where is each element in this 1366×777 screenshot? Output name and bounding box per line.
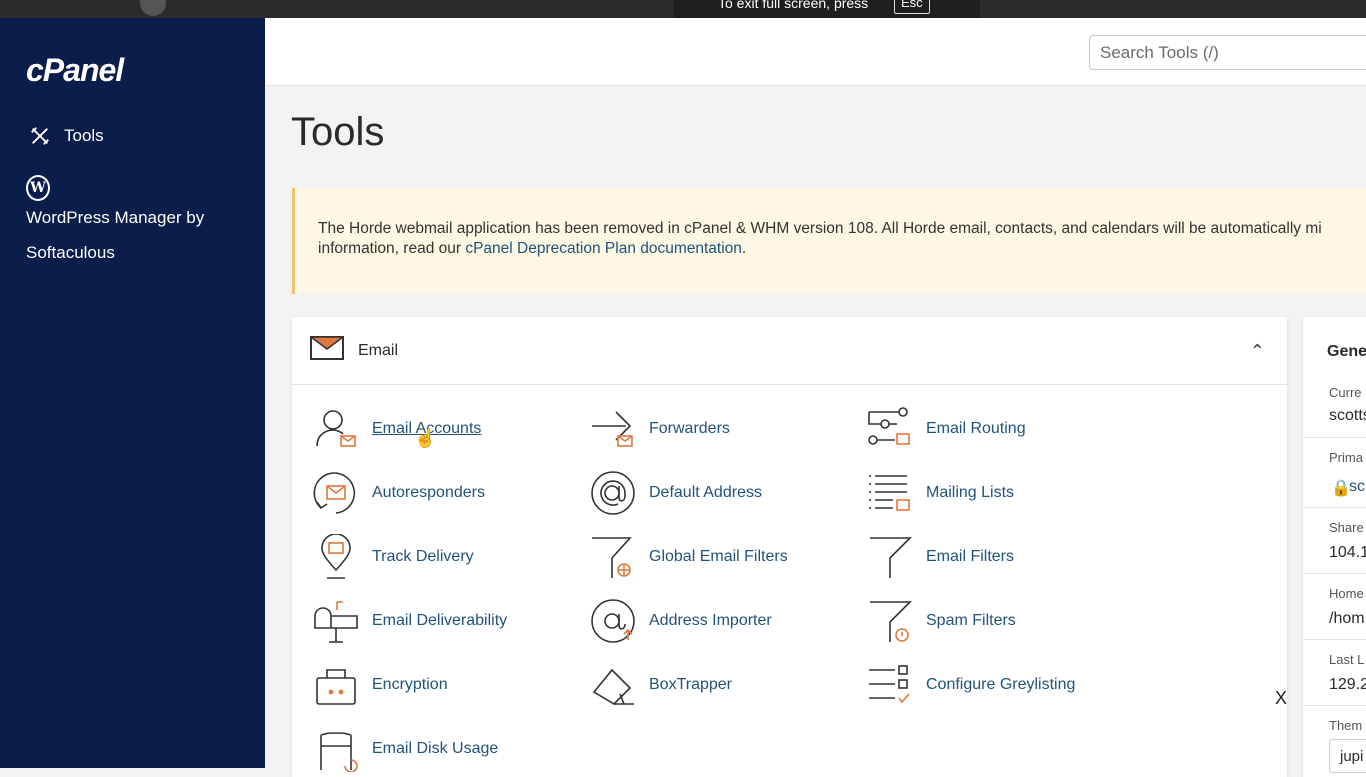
tool-label: Email Routing xyxy=(926,420,1026,437)
info-label: Them xyxy=(1329,718,1363,733)
tool-email-filters[interactable]: Email Filters xyxy=(866,533,1014,581)
esc-key-badge: Esc xyxy=(894,0,930,14)
tool-label: Autoresponders xyxy=(372,484,485,501)
info-label: Prima xyxy=(1329,450,1363,465)
close-icon[interactable]: X xyxy=(1275,688,1287,709)
info-label: Home xyxy=(1329,586,1364,601)
tool-label: Email Filters xyxy=(926,548,1015,565)
info-row: Last L 129.2 xyxy=(1303,639,1366,705)
notice-period: . xyxy=(741,240,747,257)
autoresponders-icon xyxy=(312,469,360,517)
address-importer-icon xyxy=(589,597,637,645)
tool-label: Global Email Filters xyxy=(649,548,788,565)
tool-label: Email Disk Usage xyxy=(372,740,499,757)
general-info-title: Gene xyxy=(1327,343,1366,360)
hand-cursor-icon: ☝ xyxy=(414,428,437,448)
tools-icon xyxy=(28,124,52,148)
tool-default-address[interactable]: Default Address xyxy=(589,469,762,517)
cpanel-logo[interactable]: cPanel xyxy=(26,52,124,89)
sidebar-item-label: Tools xyxy=(64,126,104,145)
track-delivery-icon xyxy=(312,533,360,581)
tool-spam-filters[interactable]: Spam Filters xyxy=(866,597,1016,645)
tool-email-deliverability[interactable]: Email Deliverability xyxy=(312,597,507,645)
info-row: Curre scotts xyxy=(1303,375,1366,437)
greylisting-icon xyxy=(866,661,914,709)
tool-label: Spam Filters xyxy=(926,612,1016,629)
tool-address-importer[interactable]: Address Importer xyxy=(589,597,772,645)
deprecation-plan-link[interactable]: cPanel Deprecation Plan documentation xyxy=(465,240,742,257)
lock-icon: 🔒 xyxy=(1331,480,1351,497)
info-row: Home /hom xyxy=(1303,573,1366,639)
tool-label: Email Deliverability xyxy=(372,612,508,629)
boxtrapper-icon xyxy=(589,661,637,709)
tool-global-email-filters[interactable]: Global Email Filters xyxy=(589,533,788,581)
notice-line-1: The Horde webmail application has been r… xyxy=(318,220,1322,237)
tool-label: Configure Greylisting xyxy=(926,676,1076,693)
email-routing-icon xyxy=(866,405,914,453)
tool-track-delivery[interactable]: Track Delivery xyxy=(312,533,474,581)
info-value[interactable]: sc xyxy=(1349,478,1365,496)
info-value: /hom xyxy=(1329,610,1365,627)
page-title: Tools xyxy=(291,110,385,154)
info-value: scotts xyxy=(1329,407,1366,424)
email-panel-header[interactable]: Email ⌃ xyxy=(292,317,1287,385)
global-email-filters-icon xyxy=(589,533,637,581)
tool-label: Address Importer xyxy=(649,612,772,629)
sidebar-item-tools[interactable]: Tools xyxy=(28,124,104,148)
email-panel-title: Email xyxy=(358,341,399,359)
sidebar-item-wordpress[interactable]: W WordPress Manager by Softaculous xyxy=(26,175,256,270)
notice-line-2: information, read our cPanel Deprecation… xyxy=(318,239,1366,259)
tool-label: Track Delivery xyxy=(372,548,474,565)
sidebar: cPanel Tools W WordPress Manager by Soft… xyxy=(0,18,265,768)
email-filters-icon xyxy=(866,533,914,581)
tool-encryption[interactable]: Encryption xyxy=(312,661,448,709)
info-label: Share xyxy=(1329,520,1364,535)
chevron-up-icon[interactable]: ⌃ xyxy=(1250,341,1265,362)
default-address-icon xyxy=(589,469,637,517)
info-label: Last L xyxy=(1329,652,1365,667)
tool-label: BoxTrapper xyxy=(649,676,732,693)
info-row: Share 104.1 xyxy=(1303,507,1366,573)
email-deliverability-icon xyxy=(312,597,360,645)
notice-text: information, read our xyxy=(318,240,466,257)
info-label: Curre xyxy=(1329,385,1362,400)
disk-usage-icon xyxy=(312,725,360,773)
search-input[interactable] xyxy=(1089,35,1366,70)
top-header xyxy=(265,18,1366,86)
tool-label: Default Address xyxy=(649,484,762,501)
tool-email-routing[interactable]: Email Routing xyxy=(866,405,1026,453)
mailing-lists-icon xyxy=(866,469,914,517)
tool-autoresponders[interactable]: Autoresponders xyxy=(312,469,485,517)
forwarders-icon xyxy=(589,405,637,453)
info-value: 129.2 xyxy=(1329,676,1366,693)
tool-label: Encryption xyxy=(372,676,448,693)
tool-configure-greylisting[interactable]: Configure Greylisting xyxy=(866,661,1075,709)
email-accounts-icon xyxy=(312,405,360,453)
spam-filters-icon xyxy=(866,597,914,645)
encryption-icon xyxy=(312,661,360,709)
wordpress-icon: W xyxy=(26,175,50,201)
tool-email-accounts[interactable]: Email Accounts xyxy=(312,405,481,453)
tool-mailing-lists[interactable]: Mailing Lists xyxy=(866,469,1014,517)
tool-boxtrapper[interactable]: BoxTrapper xyxy=(589,661,732,709)
tool-email-disk-usage[interactable]: Email Disk Usage xyxy=(312,725,498,773)
tool-forwarders[interactable]: Forwarders xyxy=(589,405,730,453)
fullscreen-toast-text: To exit full screen, press xyxy=(718,0,869,11)
sidebar-item-label: WordPress Manager by Softaculous xyxy=(26,208,205,262)
email-panel: Email ⌃ Email Accounts Forwarders Email … xyxy=(292,317,1287,777)
info-row: Prima 🔒 sc xyxy=(1303,437,1366,507)
envelope-icon xyxy=(308,336,346,365)
browser-tab-icon xyxy=(140,0,166,16)
deprecation-notice: The Horde webmail application has been r… xyxy=(292,188,1366,294)
general-info-panel: Gene Curre scotts Prima 🔒 sc Share 104.1… xyxy=(1303,317,1366,777)
info-value: 104.1 xyxy=(1329,544,1366,561)
tool-label: Mailing Lists xyxy=(926,484,1015,501)
tool-label: Forwarders xyxy=(649,420,730,437)
